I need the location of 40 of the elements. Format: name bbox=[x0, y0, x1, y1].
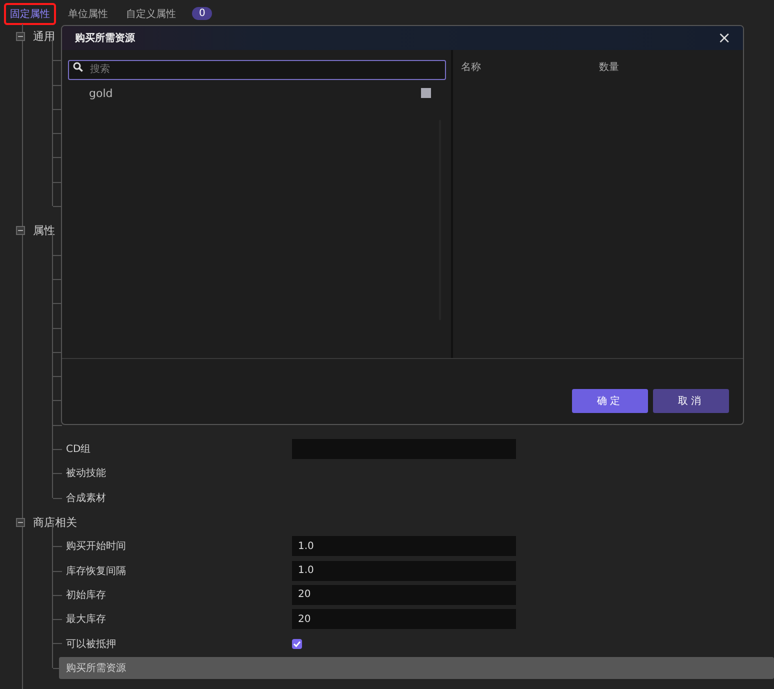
tree-connector bbox=[52, 474, 61, 498]
column-header: 名称 bbox=[461, 61, 482, 75]
tree-connector bbox=[52, 619, 61, 644]
input-field[interactable]: 1.0 bbox=[292, 536, 516, 556]
property-label: 被动技能 bbox=[66, 466, 107, 480]
input-field[interactable]: 1.0 bbox=[292, 560, 516, 581]
tab[interactable]: 自定义属性 bbox=[120, 2, 182, 24]
collapse-icon[interactable] bbox=[16, 32, 25, 41]
count-badge: 0 bbox=[192, 7, 212, 20]
cancel-button[interactable]: 取消 bbox=[653, 389, 729, 413]
column-header: 数量 bbox=[599, 61, 620, 75]
input-field[interactable]: 20 bbox=[292, 584, 516, 605]
resource-name: gold bbox=[89, 86, 113, 100]
checkbox[interactable] bbox=[421, 88, 431, 98]
tree-connector bbox=[52, 546, 61, 571]
property-label: 最大库存 bbox=[66, 612, 107, 626]
property-label: 库存恢复间隔 bbox=[66, 564, 127, 578]
search-icon bbox=[73, 62, 83, 72]
tab[interactable]: 固定属性 bbox=[4, 2, 56, 24]
collapse-icon[interactable] bbox=[16, 518, 25, 527]
tree-connector bbox=[52, 595, 61, 620]
tree-connector bbox=[52, 570, 61, 596]
property-label: 初始库存 bbox=[66, 588, 107, 602]
property-label: 购买开始时间 bbox=[66, 540, 127, 554]
tree-connector bbox=[52, 425, 61, 450]
close-button[interactable]: × bbox=[718, 30, 731, 46]
property-label: 购买所需资源 bbox=[66, 662, 127, 675]
property-label: 可以被抵押 bbox=[66, 638, 117, 651]
dialog-title: 购买所需资源 bbox=[75, 32, 135, 45]
property-label: 合成素材 bbox=[66, 492, 107, 505]
search-field[interactable]: 搜索 bbox=[68, 60, 446, 80]
tab[interactable]: 单位属性 bbox=[62, 2, 114, 24]
confirm-button[interactable]: 确定 bbox=[572, 389, 648, 413]
collapse-icon[interactable] bbox=[16, 226, 25, 236]
tree-connector bbox=[52, 449, 61, 474]
checkbox[interactable] bbox=[292, 638, 302, 649]
group-label: 通用 bbox=[33, 28, 55, 44]
property-label: CD组 bbox=[66, 443, 92, 456]
input-field[interactable]: 20 bbox=[292, 609, 516, 630]
group-label: 属性 bbox=[33, 223, 55, 238]
